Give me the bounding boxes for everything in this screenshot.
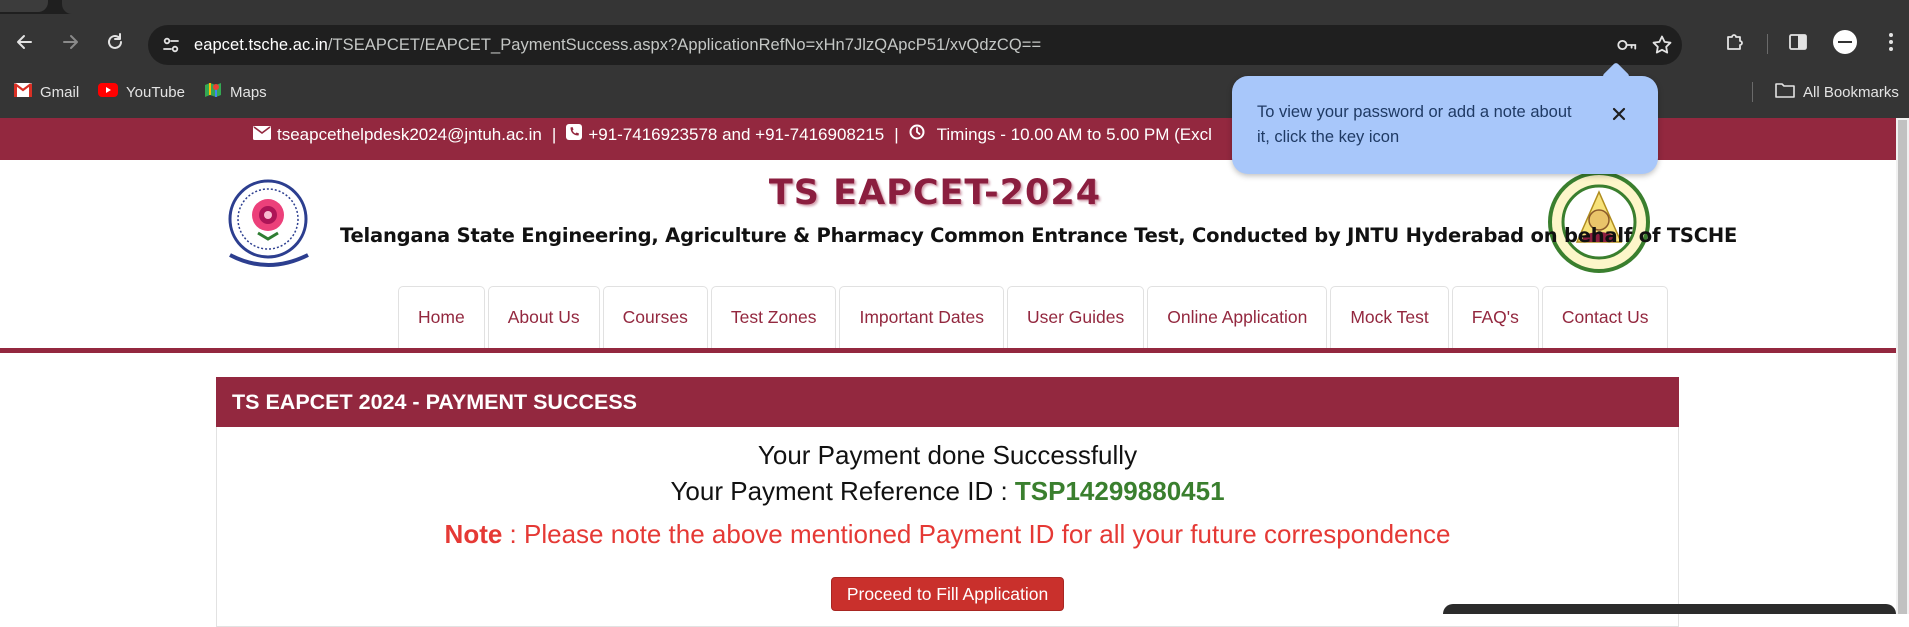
folder-icon — [1775, 82, 1795, 102]
payment-note: Note : Please note the above mentioned P… — [0, 519, 1895, 550]
scrollbar-thumb[interactable] — [1898, 120, 1907, 614]
bookmarks-divider — [1752, 82, 1753, 102]
contact-phone: +91-7416923578 and +91-7416908215 — [588, 124, 885, 144]
contact-email[interactable]: tseapcethelpdesk2024@jntuh.ac.in — [277, 125, 542, 145]
extensions-icon[interactable] — [1722, 29, 1748, 55]
menu-faqs[interactable]: FAQ's — [1451, 286, 1539, 348]
gmail-icon — [14, 83, 32, 101]
menu-about-us[interactable]: About Us — [487, 286, 600, 348]
proceed-to-fill-application-button[interactable]: Proceed to Fill Application — [831, 577, 1064, 611]
panel-heading: TS EAPCET 2024 - PAYMENT SUCCESS — [216, 377, 1679, 427]
bookmark-label: YouTube — [126, 83, 185, 101]
menu-home[interactable]: Home — [398, 286, 485, 348]
bookmark-maps[interactable]: Maps — [204, 82, 267, 102]
bookmark-label: Maps — [230, 83, 267, 101]
note-label: Note — [444, 519, 503, 549]
address-bar[interactable]: eapcet.tsche.ac.in/TSEAPCET/EAPCET_Payme… — [148, 25, 1682, 65]
bookmark-label: Gmail — [40, 83, 80, 101]
all-bookmarks-label: All Bookmarks — [1803, 83, 1899, 101]
bookmark-gmail[interactable]: Gmail — [14, 82, 79, 102]
payment-success-message: Your Payment done Successfully — [757, 440, 1138, 470]
envelope-icon — [253, 125, 271, 145]
payment-reference-line: Your Payment Reference ID : TSP142998804… — [0, 476, 1895, 507]
separator: | — [551, 124, 557, 144]
key-icon[interactable] — [1616, 34, 1638, 56]
close-icon[interactable] — [1607, 102, 1631, 126]
reference-label: Your Payment Reference ID : — [670, 476, 1015, 506]
reload-icon[interactable] — [100, 27, 130, 57]
maps-icon — [204, 81, 222, 103]
menu-contact-us[interactable]: Contact Us — [1541, 286, 1669, 348]
forward-icon[interactable] — [55, 27, 85, 57]
menu-mock-test[interactable]: Mock Test — [1330, 286, 1449, 348]
url-path: /TSEAPCET/EAPCET_PaymentSuccess.aspx?App… — [327, 36, 1042, 54]
back-icon[interactable] — [10, 27, 40, 57]
separator: | — [894, 124, 899, 144]
url-host: eapcet.tsche.ac.in — [194, 36, 328, 54]
reference-id: TSP14299880451 — [1014, 476, 1225, 506]
active-tab[interactable] — [62, 0, 1909, 14]
contact-timings: Timings - 10.00 AM to 5.00 PM (Excl — [936, 124, 1212, 144]
all-bookmarks-button[interactable]: All Bookmarks — [1775, 82, 1899, 102]
url-text[interactable]: eapcet.tsche.ac.in/TSEAPCET/EAPCET_Payme… — [194, 36, 1041, 55]
star-icon[interactable] — [1651, 34, 1673, 56]
overlay-edge — [1443, 604, 1896, 614]
phone-icon — [566, 124, 583, 145]
side-panel-icon[interactable] — [1785, 29, 1811, 55]
site-title: TS EAPCET-2024 — [768, 173, 1102, 213]
bookmark-youtube[interactable]: YouTube — [98, 82, 185, 102]
menu-user-guides[interactable]: User Guides — [1006, 286, 1145, 348]
note-text: : Please note the above mentioned Paymen… — [502, 519, 1451, 549]
youtube-icon — [98, 83, 118, 101]
tab[interactable] — [0, 0, 48, 12]
toolbar-divider — [1767, 34, 1768, 54]
site-subtitle: Telangana State Engineering, Agriculture… — [340, 224, 1738, 247]
menu-courses[interactable]: Courses — [602, 286, 708, 348]
menu-divider — [0, 348, 1896, 353]
menu-icon[interactable] — [1878, 29, 1904, 55]
password-tooltip-text: To view your password or add a note abou… — [1257, 103, 1572, 146]
profile-icon[interactable] — [1832, 29, 1858, 55]
menu-online-application[interactable]: Online Application — [1147, 286, 1328, 348]
password-tooltip: To view your password or add a note abou… — [1232, 76, 1658, 174]
menu-important-dates[interactable]: Important Dates — [839, 286, 1004, 348]
main-menu: Home About Us Courses Test Zones Importa… — [398, 286, 1669, 348]
site-settings-icon[interactable] — [160, 34, 182, 56]
menu-test-zones[interactable]: Test Zones — [710, 286, 837, 348]
clock-icon — [909, 124, 925, 145]
tab-strip — [0, 0, 1909, 14]
